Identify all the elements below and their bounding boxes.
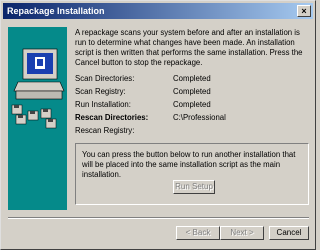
wizard-side-panel xyxy=(8,27,67,210)
back-button[interactable]: < Back xyxy=(176,226,220,240)
status-row-scan-directories: Scan Directories: Completed xyxy=(75,73,309,85)
intro-text: A repackage scans your system before and… xyxy=(75,28,303,67)
next-button[interactable]: Next > xyxy=(220,226,264,240)
status-label: Rescan Registry: xyxy=(75,126,135,135)
status-label: Scan Registry: xyxy=(75,87,126,96)
run-setup-description: You can press the button below to run an… xyxy=(82,150,296,179)
footer-separator xyxy=(8,217,309,219)
run-setup-group: You can press the button below to run an… xyxy=(75,143,309,205)
run-setup-label: Run Setup xyxy=(175,182,213,191)
close-icon: × xyxy=(301,6,307,16)
status-value: Completed xyxy=(173,100,211,109)
status-row-rescan-registry: Rescan Registry: xyxy=(75,125,309,137)
status-row-scan-registry: Scan Registry: Completed xyxy=(75,86,309,98)
status-row-rescan-directories: Rescan Directories: C:\Professional xyxy=(75,112,309,124)
status-label: Rescan Directories: xyxy=(75,113,149,122)
next-label: Next > xyxy=(230,228,254,237)
cancel-button[interactable]: Cancel xyxy=(269,226,309,240)
title-bar: Repackage Installation × xyxy=(3,3,313,19)
disks-icon xyxy=(11,104,57,129)
status-value: Completed xyxy=(173,87,211,96)
close-button[interactable]: × xyxy=(297,5,311,17)
status-value: C:\Professional xyxy=(173,113,226,122)
repackage-window: Repackage Installation × A repackage sca… xyxy=(0,0,316,250)
cancel-label: Cancel xyxy=(276,228,302,237)
status-label: Scan Directories: xyxy=(75,74,135,83)
status-row-run-installation: Run Installation: Completed xyxy=(75,99,309,111)
status-label: Run Installation: xyxy=(75,100,131,109)
status-value: Completed xyxy=(173,74,211,83)
back-label: < Back xyxy=(185,228,211,237)
window-title: Repackage Installation xyxy=(7,6,105,16)
run-setup-button[interactable]: Run Setup xyxy=(173,180,215,194)
